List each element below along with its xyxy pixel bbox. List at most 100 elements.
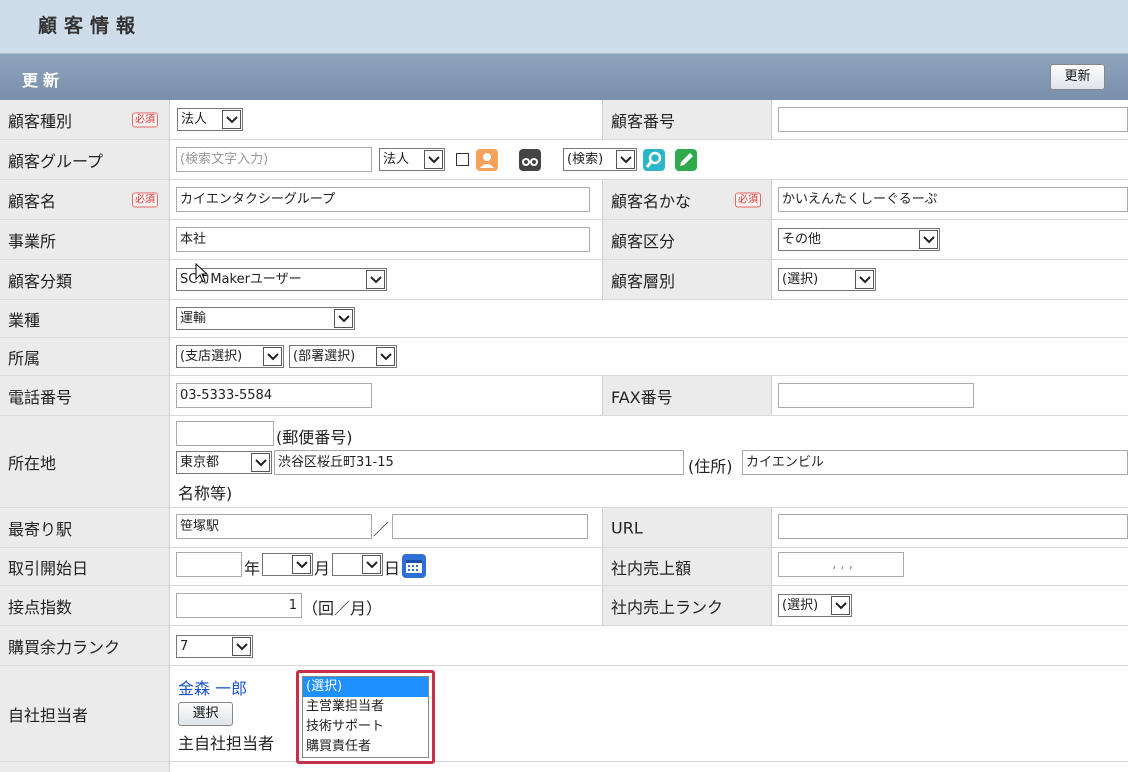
url-label: URL xyxy=(611,518,643,537)
trade-month-select[interactable] xyxy=(262,553,313,576)
role-dropdown-highlight: (選択) 主営業担当者 技術サポート 購買責任者 xyxy=(296,670,435,764)
station-input-1[interactable]: 笹塚駅 xyxy=(176,514,372,539)
dropdown-arrow-icon xyxy=(292,555,311,574)
section-header: 更新 更新 xyxy=(0,54,1128,100)
row-customer-group: 顧客グループ (検索文字入力) 法人 (検索) xyxy=(0,140,1128,180)
trade-year-input[interactable] xyxy=(176,552,242,577)
dropdown-arrow-icon xyxy=(366,270,385,289)
dropdown-arrow-icon xyxy=(222,110,241,129)
contact-index-unit: （回／月） xyxy=(302,599,383,618)
station-label: 最寄り駅 xyxy=(8,519,73,539)
dropdown-arrow-icon xyxy=(616,150,635,169)
customer-name-input[interactable]: カイエンタクシーグループ xyxy=(176,187,590,212)
customer-group-label: 顧客グループ xyxy=(8,151,104,171)
role-option[interactable]: 購買責任者 xyxy=(303,737,428,757)
customer-type-label: 顧客種別 xyxy=(8,111,73,131)
trade-day-select[interactable] xyxy=(332,553,383,576)
mouse-cursor-icon xyxy=(195,263,209,283)
customer-name-label: 顧客名 xyxy=(8,191,57,211)
building-label: 名称等) xyxy=(178,484,233,503)
search-icon[interactable] xyxy=(643,149,665,171)
contact-index-input[interactable]: 1 xyxy=(176,593,302,618)
group-type-select[interactable]: 法人 xyxy=(379,148,445,171)
row-affiliation: 所属 (支店選択) (部署選択) xyxy=(0,338,1128,376)
customer-number-input[interactable] xyxy=(778,107,1128,132)
postal-code-label: (郵便番号) xyxy=(276,428,353,447)
update-button[interactable]: 更新 xyxy=(1050,64,1105,90)
row-station: 最寄り駅 笹塚駅 ／ URL xyxy=(0,508,1128,548)
branch-select[interactable]: (支店選択) xyxy=(176,345,284,368)
row-next-partial xyxy=(0,762,1128,772)
month-label: 月 xyxy=(314,559,331,578)
address-label: 所在地 xyxy=(8,453,57,473)
dropdown-arrow-icon xyxy=(251,453,270,472)
building-input[interactable]: カイエンビル xyxy=(742,450,1128,475)
station-separator: ／ xyxy=(373,520,390,539)
dropdown-arrow-icon xyxy=(831,596,850,615)
day-label: 日 xyxy=(384,559,401,578)
row-trade-start: 取引開始日 年 月 日 社内売上額 , , , xyxy=(0,548,1128,586)
dropdown-arrow-icon xyxy=(919,230,938,249)
main-staff-label: 主自社担当者 xyxy=(178,734,275,753)
staff-select-button[interactable]: 選択 xyxy=(178,702,233,726)
role-option[interactable]: 主営業担当者 xyxy=(303,697,428,717)
address-suffix-label: (住所) xyxy=(688,457,733,476)
edit-icon[interactable] xyxy=(675,149,697,171)
customer-kana-input[interactable]: かいえんたくしーぐるーぷ xyxy=(778,187,1128,212)
dropdown-arrow-icon xyxy=(424,150,443,169)
purchase-rank-select[interactable]: 7 xyxy=(176,635,253,658)
customer-class-label: 顧客分類 xyxy=(8,271,73,291)
customer-division-select[interactable]: その他 xyxy=(778,228,940,251)
row-office: 事業所 本社 顧客区分 その他 xyxy=(0,220,1128,260)
row-phone: 電話番号 03-5333-5584 FAX番号 xyxy=(0,376,1128,416)
dropdown-arrow-icon xyxy=(334,309,353,328)
internal-sales-input[interactable]: , , , xyxy=(778,552,904,577)
row-purchase-rank: 購買余力ランク 7 xyxy=(0,626,1128,666)
year-label: 年 xyxy=(244,559,261,578)
fax-label: FAX番号 xyxy=(611,387,673,407)
staff-name-link[interactable]: 金森 一郎 xyxy=(178,675,247,699)
row-industry: 業種 運輸 xyxy=(0,300,1128,338)
postal-code-input[interactable] xyxy=(176,421,274,446)
group-checkbox[interactable] xyxy=(456,153,469,166)
sales-rank-select[interactable]: (選択) xyxy=(778,594,852,617)
customer-tier-label: 顧客層別 xyxy=(611,271,676,291)
phone-label: 電話番号 xyxy=(8,387,73,407)
affiliation-label: 所属 xyxy=(8,348,41,368)
dropdown-arrow-icon xyxy=(263,347,282,366)
staff-label: 自社担当者 xyxy=(8,705,89,725)
sales-rank-label: 社内売上ランク xyxy=(611,597,724,617)
group-search-select[interactable]: (検索) xyxy=(563,148,637,171)
office-label: 事業所 xyxy=(8,231,57,251)
role-option[interactable]: (選択) xyxy=(303,677,428,697)
industry-label: 業種 xyxy=(8,310,41,330)
group-search-input[interactable]: (検索文字入力) xyxy=(176,147,372,172)
person-icon[interactable] xyxy=(476,149,498,171)
role-listbox[interactable]: (選択) 主営業担当者 技術サポート 購買責任者 xyxy=(302,676,429,758)
phone-input[interactable]: 03-5333-5584 xyxy=(176,383,372,408)
industry-select[interactable]: 運輸 xyxy=(176,307,355,330)
customer-tier-select[interactable]: (選択) xyxy=(778,268,876,291)
calendar-icon[interactable] xyxy=(402,554,426,578)
customer-number-label: 顧客番号 xyxy=(611,111,676,131)
street-address-input[interactable]: 渋谷区桜丘町31-15 xyxy=(274,450,684,475)
binoculars-icon[interactable] xyxy=(519,149,541,171)
section-title: 更新 xyxy=(22,71,65,90)
station-input-2[interactable] xyxy=(392,514,588,539)
dropdown-arrow-icon xyxy=(376,347,395,366)
customer-kana-label: 顧客名かな xyxy=(611,191,692,211)
fax-input[interactable] xyxy=(778,383,974,408)
prefecture-select[interactable]: 東京都 xyxy=(176,451,272,474)
page-title: 顧客情報 xyxy=(38,15,143,37)
page-header: 顧客情報 xyxy=(0,0,1128,54)
department-select[interactable]: (部署選択) xyxy=(289,345,397,368)
internal-sales-label: 社内売上額 xyxy=(611,558,692,578)
url-input[interactable] xyxy=(778,514,1128,539)
customer-type-select[interactable]: 法人 xyxy=(177,108,243,131)
row-address: 所在地 (郵便番号) 東京都 渋谷区桜丘町31-15 (住所) カイエンビル 名… xyxy=(0,416,1128,508)
row-customer-class: 顧客分類 SCカMakerユーザー 顧客層別 (選択) xyxy=(0,260,1128,300)
purchase-rank-label: 購買余力ランク xyxy=(8,637,121,657)
role-option[interactable]: 技術サポート xyxy=(303,717,428,737)
office-input[interactable]: 本社 xyxy=(176,227,590,252)
trade-start-label: 取引開始日 xyxy=(8,558,89,578)
